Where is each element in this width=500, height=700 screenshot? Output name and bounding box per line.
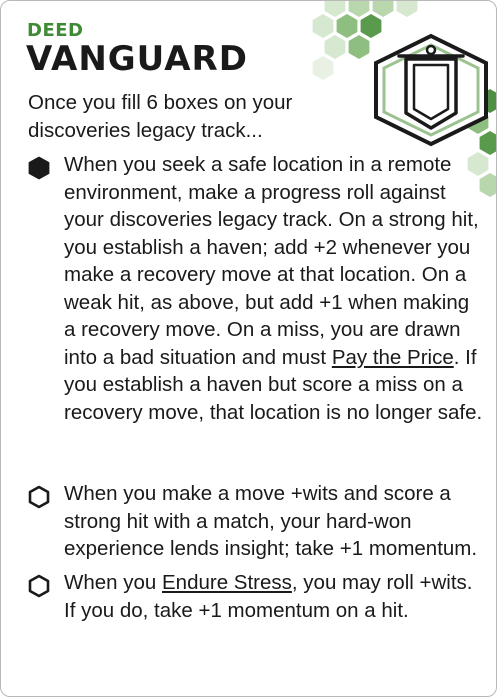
ability-3-text: When you Endure Stress, you may roll +wi… (64, 571, 473, 622)
decorative-hexagon (348, 1, 370, 17)
card-intro: Once you fill 6 boxes on your discoverie… (28, 91, 293, 142)
endure-stress-link[interactable]: Endure Stress (162, 571, 292, 594)
ability-2: When you make a move +wits and score a s… (28, 480, 483, 563)
asset-card: DEED VANGUARD Once you fill 6 boxes on y… (0, 0, 497, 697)
banner-icon (397, 44, 465, 130)
decorative-hexagon (360, 14, 382, 38)
decorative-hexagon (372, 1, 394, 17)
empty-hexagon-icon[interactable] (28, 485, 50, 509)
card-type-label: DEED (27, 20, 84, 41)
decorative-hexagon (324, 35, 346, 59)
empty-hexagon-icon[interactable] (28, 574, 50, 598)
decorative-hexagon (324, 1, 346, 17)
card-title: VANGUARD (26, 39, 248, 79)
ability-3: When you Endure Stress, you may roll +wi… (28, 569, 483, 624)
decorative-hexagon (396, 1, 418, 17)
decorative-hexagon (348, 35, 370, 59)
ability-1-text: When you seek a safe location in a remot… (64, 153, 483, 424)
decorative-hexagon (312, 14, 334, 38)
ability-1: When you seek a safe location in a remot… (28, 151, 483, 426)
decorative-hexagon (312, 56, 334, 80)
ability-2-text: When you make a move +wits and score a s… (64, 482, 478, 560)
pay-the-price-link[interactable]: Pay the Price (332, 346, 454, 369)
filled-hexagon-icon[interactable] (28, 156, 50, 180)
decorative-hexagon (336, 14, 358, 38)
